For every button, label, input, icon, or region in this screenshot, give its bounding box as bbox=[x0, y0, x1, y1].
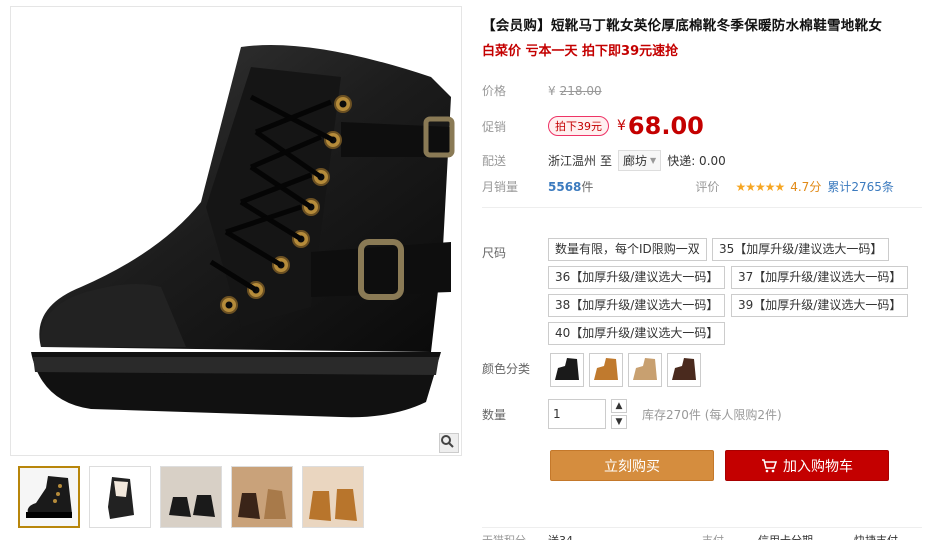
product-title: 【会员购】短靴马丁靴女英伦厚底棉靴冬季保暖防水棉鞋雪地靴女 bbox=[482, 18, 883, 34]
price-currency: ¥ bbox=[548, 83, 556, 98]
delivery-from: 浙江温州 bbox=[548, 154, 597, 168]
thumbnail-4[interactable] bbox=[231, 466, 293, 528]
price-label: 价格 bbox=[482, 84, 507, 98]
original-price: 218.00 bbox=[559, 83, 602, 98]
main-product-image[interactable] bbox=[10, 6, 462, 456]
quick-pay: 快捷支付 bbox=[854, 532, 898, 540]
city-name: 廊坊 bbox=[623, 154, 648, 168]
sales-unit: 件 bbox=[581, 180, 594, 194]
size-option-39[interactable]: 39【加厚升级/建议选大一码】 bbox=[731, 294, 909, 317]
thumbnail-3[interactable] bbox=[160, 466, 222, 528]
city-selector[interactable]: 廊坊 ▼ bbox=[618, 150, 662, 171]
pay-label: 支付 bbox=[702, 532, 724, 540]
thumbnail-strip bbox=[18, 466, 364, 528]
boot-illustration bbox=[31, 45, 455, 418]
delivery-label: 配送 bbox=[482, 154, 507, 168]
color-swatch-black[interactable] bbox=[550, 353, 584, 387]
sales-row: 月销量 5568 件 评价 ★★★★★ 4.7分 累计2765条 bbox=[482, 178, 922, 195]
rating-score: 4.7分 bbox=[790, 180, 822, 194]
chevron-down-icon: ▼ bbox=[650, 156, 657, 165]
rating-label: 评价 bbox=[695, 180, 720, 194]
cart-icon bbox=[762, 458, 777, 472]
magnifier-icon bbox=[441, 435, 454, 448]
rating-stars-icon: ★★★★★ bbox=[735, 179, 785, 194]
size-label: 尺码 bbox=[482, 246, 507, 260]
quantity-label: 数量 bbox=[482, 408, 507, 422]
add-to-cart-label: 加入购物车 bbox=[783, 458, 853, 475]
thumbnail-2[interactable] bbox=[89, 466, 151, 528]
size-option-38[interactable]: 38【加厚升级/建议选大一码】 bbox=[548, 294, 726, 317]
promo-row: 促销 拍下39元 ¥ 68.00 bbox=[482, 112, 704, 140]
promo-tag: 拍下39元 bbox=[548, 116, 609, 136]
quantity-increase-button[interactable]: ▲ bbox=[611, 399, 627, 413]
buy-now-label: 立刻购买 bbox=[604, 458, 660, 475]
sales-label: 月销量 bbox=[482, 180, 519, 194]
size-option-36[interactable]: 36【加厚升级/建议选大一码】 bbox=[548, 266, 726, 289]
product-info-panel: 【会员购】短靴马丁靴女英伦厚底棉靴冬季保暖防水棉鞋雪地靴女 白菜价 亏本一天 拍… bbox=[482, 0, 922, 540]
promo-label: 促销 bbox=[482, 119, 507, 134]
credit-installment: 信用卡分期 bbox=[758, 532, 813, 540]
review-count-link[interactable]: 累计2765条 bbox=[827, 178, 894, 195]
promo-currency: ¥ bbox=[617, 118, 626, 134]
add-to-cart-button[interactable]: 加入购物车 bbox=[725, 450, 889, 481]
sales-count: 5568 bbox=[548, 179, 582, 194]
promo-price: 68.00 bbox=[627, 112, 704, 140]
size-option-limit[interactable]: 数量有限，每个ID限购一双 bbox=[548, 238, 707, 261]
price-panel: 价格 ¥ 218.00 促销 拍下39元 ¥ 68.00 配送 浙江温州 至 廊… bbox=[482, 70, 922, 208]
delivery-to-word: 至 bbox=[600, 154, 613, 168]
thumbnail-5[interactable] bbox=[302, 466, 364, 528]
delivery-row: 配送 浙江温州 至 廊坊 ▼ 快递: 0.00 bbox=[482, 150, 726, 171]
size-option-37[interactable]: 37【加厚升级/建议选大一码】 bbox=[731, 266, 909, 289]
color-swatch-brown[interactable] bbox=[667, 353, 701, 387]
zoom-button[interactable] bbox=[439, 433, 459, 453]
points-label: 天猫积分 bbox=[482, 532, 526, 540]
quantity-input[interactable] bbox=[548, 399, 606, 429]
color-label: 颜色分类 bbox=[482, 362, 531, 376]
shipping-fee: 快递: 0.00 bbox=[667, 154, 726, 168]
price-row: 价格 ¥ 218.00 bbox=[482, 82, 602, 99]
points-value: 送34 bbox=[548, 532, 573, 540]
quantity-decrease-button[interactable]: ▼ bbox=[611, 415, 627, 429]
thumbnail-1[interactable] bbox=[18, 466, 80, 528]
service-row: 天猫积分 送34 支付 信用卡分期 快捷支付 bbox=[482, 527, 922, 540]
size-option-40[interactable]: 40【加厚升级/建议选大一码】 bbox=[548, 322, 726, 345]
stock-info: 库存270件 (每人限购2件) bbox=[642, 408, 782, 422]
size-option-35[interactable]: 35【加厚升级/建议选大一码】 bbox=[712, 238, 890, 261]
color-swatch-beige[interactable] bbox=[628, 353, 662, 387]
product-subtitle: 白菜价 亏本一天 拍下即39元速抢 bbox=[482, 44, 679, 59]
buy-now-button[interactable]: 立刻购买 bbox=[550, 450, 714, 481]
color-swatch-tan[interactable] bbox=[589, 353, 623, 387]
